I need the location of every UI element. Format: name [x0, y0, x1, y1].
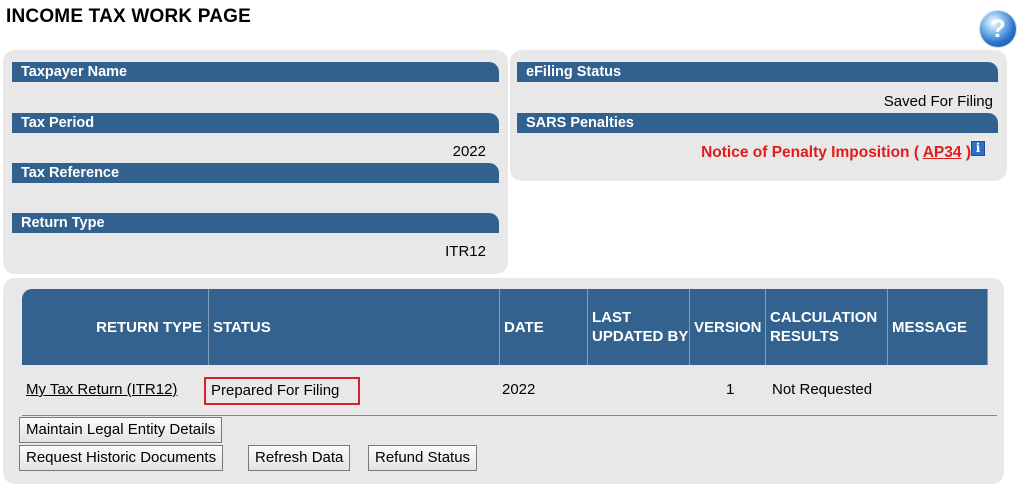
- table-header: RETURN TYPE STATUS DATE LAST UPDATED BY …: [22, 289, 988, 365]
- col-date: DATE: [500, 289, 588, 365]
- ap34-link[interactable]: AP34: [923, 144, 962, 161]
- refund-status-button[interactable]: Refund Status: [368, 445, 478, 471]
- penalty-text-prefix: Notice of Penalty Imposition (: [701, 144, 919, 161]
- sars-penalties-header: SARS Penalties: [517, 113, 998, 133]
- row-date: 2022: [502, 381, 536, 398]
- table-row: My Tax Return (ITR12) Prepared For Filin…: [22, 365, 997, 416]
- efiling-panel: eFiling Status Saved For Filing SARS Pen…: [510, 50, 1007, 181]
- col-version: VERSION: [690, 289, 766, 365]
- row-status: Prepared For Filing: [204, 377, 360, 405]
- refresh-data-button[interactable]: Refresh Data: [248, 445, 351, 471]
- historic-docs-button[interactable]: Request Historic Documents: [19, 445, 224, 471]
- efiling-status-header: eFiling Status: [517, 62, 998, 82]
- row-calculation: Not Requested: [772, 381, 873, 398]
- col-status: STATUS: [209, 289, 500, 365]
- col-message: MESSAGE: [888, 289, 988, 365]
- page-title: INCOME TAX WORK PAGE: [6, 6, 252, 27]
- return-type-header: Return Type: [12, 213, 499, 233]
- tax-period-value: 2022: [452, 143, 486, 160]
- tax-period-header: Tax Period: [12, 113, 499, 133]
- return-type-value: ITR12: [445, 243, 486, 260]
- penalty-notice: Notice of Penalty Imposition ( AP34 ): [701, 144, 971, 162]
- info-icon[interactable]: i: [971, 141, 985, 156]
- taxpayer-name-header: Taxpayer Name: [12, 62, 499, 82]
- tax-reference-header: Tax Reference: [12, 163, 499, 183]
- col-return-type: RETURN TYPE: [22, 289, 209, 365]
- efiling-status-value: Saved For Filing: [883, 93, 993, 110]
- col-last-updated: LAST UPDATED BY: [588, 289, 690, 365]
- taxpayer-panel: Taxpayer Name Tax Period 2022 Tax Refere…: [3, 50, 508, 274]
- help-icon[interactable]: ?: [980, 11, 1016, 47]
- col-calculation: CALCULATION RESULTS: [766, 289, 888, 365]
- row-version: 1: [726, 381, 735, 398]
- maintain-entity-button[interactable]: Maintain Legal Entity Details: [19, 417, 223, 443]
- return-link[interactable]: My Tax Return (ITR12): [26, 381, 177, 398]
- returns-panel: RETURN TYPE STATUS DATE LAST UPDATED BY …: [3, 278, 1004, 484]
